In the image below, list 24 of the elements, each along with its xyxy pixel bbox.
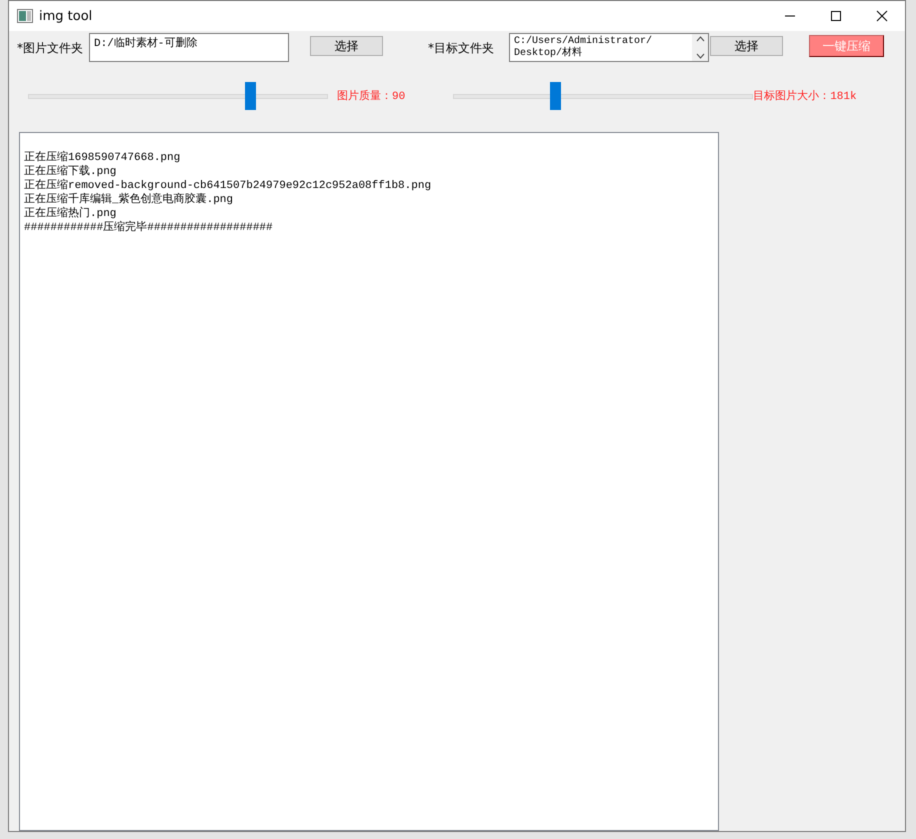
target-folder-label: *目标文件夹 [428,40,495,57]
close-icon [876,10,888,22]
window-title: img tool [39,8,94,24]
app-icon [17,9,33,23]
slider[interactable] [28,82,328,110]
maximize-icon [830,10,842,22]
target-select-button[interactable]: 选择 [710,36,783,56]
log-line: 正在压缩removed-background-cb641507b24979e92c12c952a08ff1b8.png [24,179,432,192]
slider-reading: 目标图片大小：181k [753,89,857,103]
slider-thumb[interactable] [550,82,562,110]
source-folder-field[interactable]: D:/临时素材-可删除 [89,33,289,62]
log-line: 正在压缩热门.png [24,207,118,220]
log-line: ############压缩完毕################### [24,221,274,235]
target-folder-field[interactable]: C:/Users/Administrator/ Desktop/材料 [509,33,709,62]
log-line: 正在压缩1698590747668.png [24,151,182,164]
source-select-button[interactable]: 选择 [310,36,383,56]
slider-reading: 图片质量：90 [337,89,406,103]
log-line: 正在压缩千库编辑_紫色创意电商胶囊.png [24,193,234,206]
slider[interactable] [453,82,754,110]
scroll-up-icon[interactable] [696,36,704,42]
source-folder-label: *图片文件夹 [17,40,84,57]
log-line: 正在压缩下载.png [24,165,118,178]
scroll-down-icon[interactable] [696,53,704,59]
slider-thumb[interactable] [245,82,256,110]
